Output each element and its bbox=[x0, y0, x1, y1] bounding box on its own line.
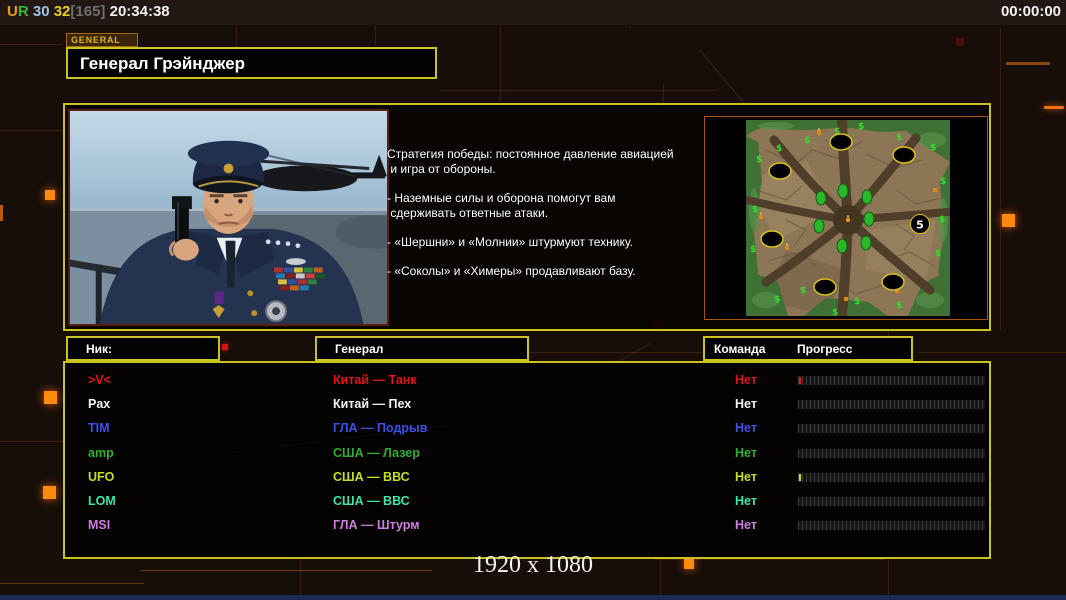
svg-text:$: $ bbox=[896, 133, 902, 143]
player-progress-bar bbox=[797, 399, 986, 411]
player-general: США — ВВС bbox=[333, 469, 410, 484]
table-row[interactable]: >V< Китай — Танк Нет bbox=[65, 370, 989, 394]
player-nick: TIM bbox=[88, 421, 110, 436]
strategy-briefing: Стратегия победы: постоянное давление ав… bbox=[387, 147, 702, 293]
briefing-paragraph: - «Шершни» и «Молнии» штурмуют технику. bbox=[387, 235, 633, 249]
status-value-bracket: [165] bbox=[70, 3, 106, 20]
player-general: Китай — Танк bbox=[333, 373, 417, 387]
svg-text:$: $ bbox=[939, 215, 945, 225]
player-nick: UFO bbox=[88, 469, 115, 484]
player-team: Нет bbox=[735, 445, 757, 460]
column-header-nick: Ник: bbox=[66, 336, 220, 361]
svg-text:$: $ bbox=[800, 286, 806, 296]
status-value-blue: 30 bbox=[32, 3, 50, 20]
svg-text:$: $ bbox=[935, 249, 941, 259]
resolution-label: 1920 x 1080 bbox=[473, 552, 593, 578]
player-nick: amp bbox=[88, 445, 114, 460]
player-progress-bar bbox=[797, 471, 986, 483]
status-token-r: R bbox=[17, 3, 29, 20]
table-row[interactable]: UFO США — ВВС Нет bbox=[65, 467, 989, 491]
player-nick: Pax bbox=[88, 397, 111, 412]
progress-tick bbox=[799, 473, 801, 481]
column-header-team-progress: Команда Прогресс bbox=[703, 336, 913, 361]
svg-text:$: $ bbox=[858, 122, 864, 132]
player-progress-bar bbox=[797, 375, 986, 386]
svg-text:$: $ bbox=[750, 245, 756, 255]
minimap: $ $$ $$$ $$$ $$ $ $$$ $$ 5 bbox=[746, 120, 950, 316]
svg-text:$: $ bbox=[756, 155, 762, 165]
top-status-bar: UR 30 32[165] 20:34:38 00:00:00 bbox=[0, 0, 1066, 25]
svg-text:$: $ bbox=[832, 308, 838, 316]
status-value-yellow: 32 bbox=[53, 3, 71, 20]
loading-screen: UR 30 32[165] 20:34:38 00:00:00 GENERAL … bbox=[0, 0, 1066, 600]
status-counters: UR 30 32[165] 20:34:38 bbox=[7, 3, 170, 20]
player-team: Нет bbox=[735, 469, 757, 484]
page-title: Генерал Грэйнджер bbox=[80, 54, 246, 73]
header-label: Генерал bbox=[335, 342, 384, 356]
table-row[interactable]: amp США — Лазер Нет bbox=[65, 443, 989, 467]
svg-text:$: $ bbox=[776, 144, 782, 154]
player-progress-bar bbox=[797, 423, 986, 435]
player-general: ГЛА — Штурм bbox=[333, 518, 420, 533]
player-general: Китай — Пех bbox=[333, 397, 412, 412]
table-row[interactable]: MSI ГЛА — Штурм Нет bbox=[65, 515, 989, 539]
player-roster-panel: >V< Китай — Танк Нет Pax Китай — Пех Нет… bbox=[63, 361, 991, 559]
bottom-strip bbox=[0, 595, 1066, 600]
table-row[interactable]: LOM США — ВВС Нет bbox=[65, 491, 989, 515]
player-nick: LOM bbox=[88, 493, 116, 508]
table-row[interactable]: Pax Китай — Пех Нет bbox=[65, 394, 989, 418]
player-team: Нет bbox=[735, 373, 757, 387]
player-progress-bar bbox=[797, 495, 986, 507]
player-team: Нет bbox=[735, 518, 757, 533]
svg-text:$: $ bbox=[896, 301, 902, 311]
match-timer: 00:00:00 bbox=[1000, 3, 1061, 20]
progress-tick bbox=[799, 377, 801, 384]
player-nick: >V< bbox=[88, 373, 111, 387]
svg-text:$: $ bbox=[804, 136, 810, 146]
general-portrait-frame bbox=[68, 109, 389, 326]
general-tab: GENERAL bbox=[66, 33, 138, 47]
player-progress-bar bbox=[797, 447, 986, 459]
player-general: США — Лазер bbox=[333, 445, 420, 460]
minimap-box: $ $ $ $ $ $ $ $ $ $ $ $ $ $ $ $ $ 5 bbox=[704, 116, 988, 320]
header-label-progress: Прогресс bbox=[797, 342, 853, 356]
player-general: ГЛА — Подрыв bbox=[333, 421, 428, 436]
header-label: Ник: bbox=[86, 342, 113, 356]
column-header-general: Генерал bbox=[315, 336, 529, 361]
status-token-u: U bbox=[7, 3, 18, 20]
svg-text:$: $ bbox=[752, 205, 758, 215]
player-progress-bar bbox=[797, 520, 986, 532]
minimap-start-badge: 5 bbox=[916, 219, 924, 232]
svg-text:$: $ bbox=[930, 143, 936, 153]
svg-text:$: $ bbox=[854, 297, 860, 307]
player-team: Нет bbox=[735, 421, 757, 436]
general-title-box: Генерал Грэйнджер bbox=[66, 47, 437, 79]
briefing-paragraph: - Наземные силы и оборона помогут вам сд… bbox=[387, 191, 616, 220]
player-general: США — ВВС bbox=[333, 493, 410, 508]
player-nick: MSI bbox=[88, 518, 111, 533]
player-team: Нет bbox=[735, 493, 757, 508]
svg-text:$: $ bbox=[774, 295, 780, 305]
session-clock: 20:34:38 bbox=[109, 3, 170, 20]
briefing-paragraph: Стратегия победы: постоянное давление ав… bbox=[387, 147, 674, 176]
general-portrait bbox=[70, 111, 387, 324]
header-label-team: Команда bbox=[714, 342, 766, 356]
table-row[interactable]: TIM ГЛА — Подрыв Нет bbox=[65, 418, 989, 442]
general-info-panel: Стратегия победы: постоянное давление ав… bbox=[63, 103, 991, 331]
player-team: Нет bbox=[735, 397, 757, 412]
svg-text:$: $ bbox=[940, 177, 946, 187]
briefing-paragraph: - «Соколы» и «Химеры» продавливают базу. bbox=[387, 264, 636, 278]
